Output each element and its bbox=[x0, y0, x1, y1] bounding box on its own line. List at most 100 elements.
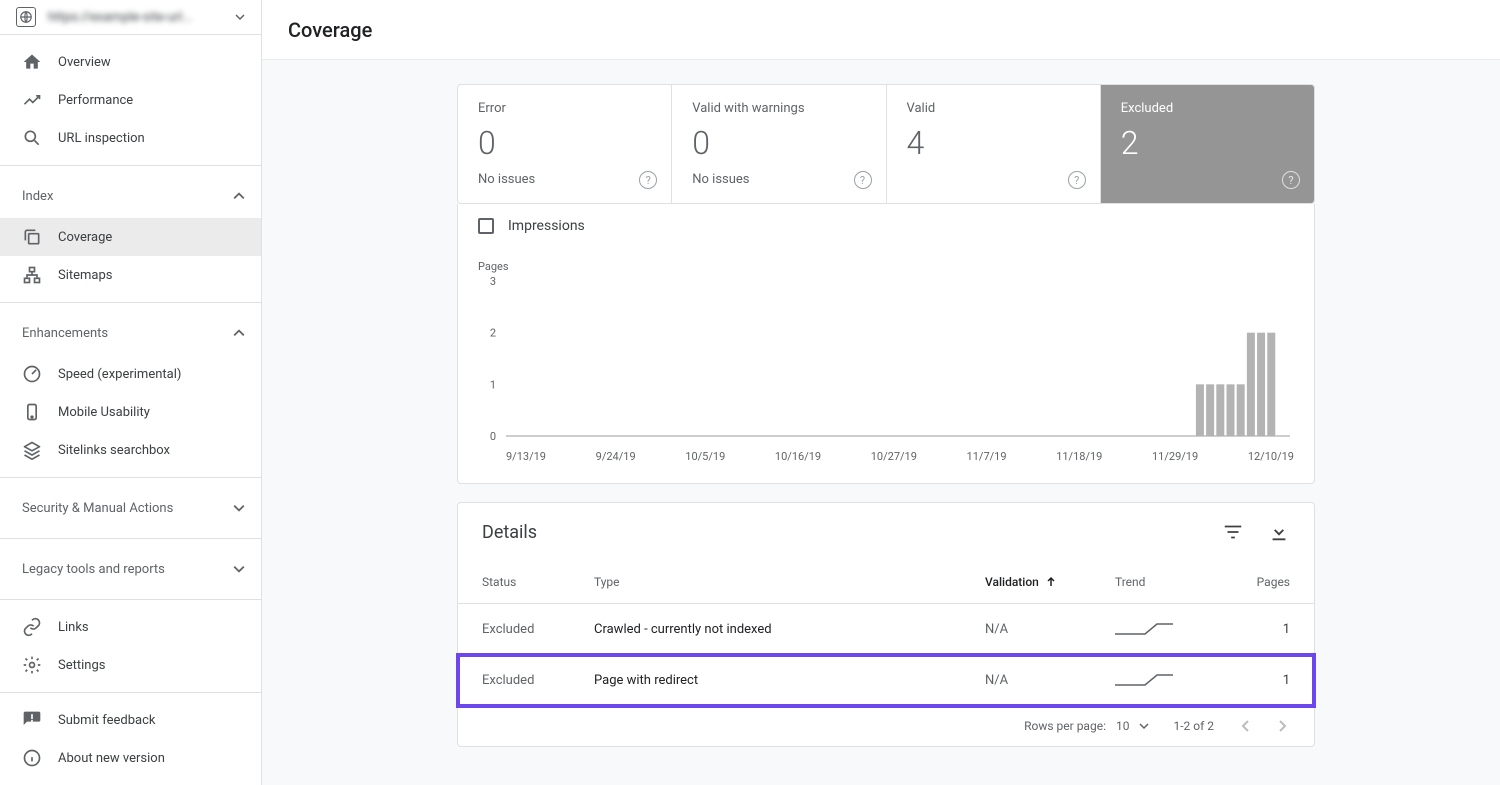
col-header-type[interactable]: Type bbox=[594, 575, 985, 589]
sidebar-item-settings[interactable]: Settings bbox=[0, 646, 261, 684]
svg-text:1: 1 bbox=[490, 378, 496, 391]
main-header: Coverage bbox=[262, 0, 1500, 60]
sidebar-item-performance[interactable]: Performance bbox=[0, 81, 261, 119]
sidebar-item-label: Settings bbox=[58, 658, 105, 673]
sidebar-item-about[interactable]: About new version bbox=[0, 739, 261, 777]
next-page-button[interactable] bbox=[1274, 718, 1290, 734]
chevron-down-icon bbox=[1139, 721, 1149, 731]
svg-text:2: 2 bbox=[490, 327, 496, 340]
nav-header-enhancements[interactable]: Enhancements bbox=[0, 311, 261, 355]
sidebar-item-coverage[interactable]: Coverage bbox=[0, 218, 261, 256]
layers-icon bbox=[22, 440, 42, 460]
sidebar-item-url-inspection[interactable]: URL inspection bbox=[0, 119, 261, 157]
cell-status: Excluded bbox=[482, 673, 594, 688]
sidebar-item-label: Overview bbox=[58, 55, 111, 70]
stat-card-error[interactable]: Error 0 No issues ? bbox=[458, 85, 672, 203]
nav-section-index: Index Coverage Sitemaps bbox=[0, 166, 261, 303]
sidebar-item-sitemaps[interactable]: Sitemaps bbox=[0, 256, 261, 294]
sort-up-icon bbox=[1045, 576, 1057, 588]
cell-validation: N/A bbox=[985, 622, 1115, 637]
nav-section-bottom: Links Settings bbox=[0, 600, 261, 693]
impressions-label: Impressions bbox=[508, 218, 585, 234]
col-header-validation[interactable]: Validation bbox=[985, 575, 1115, 589]
stat-card-valid[interactable]: Valid 4 ? bbox=[887, 85, 1101, 203]
content-scroll[interactable]: Error 0 No issues ? Valid with warnings … bbox=[262, 60, 1500, 785]
sidebar-item-label: Coverage bbox=[58, 230, 112, 245]
sidebar: https://example-site-url... Overview Per… bbox=[0, 0, 262, 785]
sidebar-item-feedback[interactable]: Submit feedback bbox=[0, 701, 261, 739]
nav-header-security[interactable]: Security & Manual Actions bbox=[0, 486, 261, 530]
chevron-down-icon bbox=[235, 12, 245, 22]
stat-value: 2 bbox=[1121, 124, 1294, 162]
sidebar-item-label: Links bbox=[58, 620, 89, 635]
nav-section-footer: Submit feedback About new version bbox=[0, 693, 261, 785]
col-header-status[interactable]: Status bbox=[482, 575, 594, 589]
stat-value: 0 bbox=[692, 124, 865, 162]
sidebar-item-label: Mobile Usability bbox=[58, 405, 150, 420]
help-icon[interactable]: ? bbox=[639, 171, 657, 189]
impressions-toggle-row: Impressions bbox=[457, 204, 1315, 248]
nav-header-index[interactable]: Index bbox=[0, 174, 261, 218]
help-icon[interactable]: ? bbox=[1282, 171, 1300, 189]
pagination: Rows per page: 10 1-2 of 2 bbox=[458, 706, 1314, 746]
details-header: Details bbox=[458, 503, 1314, 561]
nav-header-legacy[interactable]: Legacy tools and reports bbox=[0, 547, 261, 591]
table-row[interactable]: ExcludedPage with redirectN/A1 bbox=[458, 655, 1314, 706]
sidebar-item-label: URL inspection bbox=[58, 131, 145, 146]
stat-value: 4 bbox=[907, 124, 1080, 162]
chart-area: Pages 0123 9/13/199/24/1910/5/1910/16/19… bbox=[457, 248, 1315, 484]
table-header-row: Status Type Validation Trend Pages bbox=[458, 561, 1314, 604]
sidebar-item-mobile[interactable]: Mobile Usability bbox=[0, 393, 261, 431]
gear-icon bbox=[22, 655, 42, 675]
property-url: https://example-site-url... bbox=[48, 10, 223, 25]
table-row[interactable]: ExcludedCrawled - currently not indexedN… bbox=[458, 604, 1314, 655]
chevron-down-icon bbox=[233, 502, 245, 514]
cell-pages: 1 bbox=[1230, 673, 1290, 688]
download-icon[interactable] bbox=[1268, 521, 1290, 543]
stat-card-excluded[interactable]: Excluded 2 ? bbox=[1101, 85, 1314, 203]
sidebar-item-links[interactable]: Links bbox=[0, 608, 261, 646]
sidebar-item-speed[interactable]: Speed (experimental) bbox=[0, 355, 261, 393]
speed-icon bbox=[22, 364, 42, 384]
info-icon bbox=[22, 748, 42, 768]
help-icon[interactable]: ? bbox=[1068, 171, 1086, 189]
cell-type: Crawled - currently not indexed bbox=[594, 622, 985, 637]
main-area: Coverage Error 0 No issues ? Valid with … bbox=[262, 0, 1500, 785]
table-body: Excluded Crawled - currently not indexedN… bbox=[458, 604, 1314, 706]
nav-section-security: Security & Manual Actions bbox=[0, 478, 261, 539]
stat-card-warnings[interactable]: Valid with warnings 0 No issues ? bbox=[672, 85, 886, 203]
copy-icon bbox=[22, 227, 42, 247]
stat-label: Valid with warnings bbox=[692, 101, 865, 116]
sidebar-item-label: Sitemaps bbox=[58, 268, 113, 283]
trend-icon bbox=[22, 90, 42, 110]
chevron-up-icon bbox=[233, 327, 245, 339]
pagination-range: 1-2 of 2 bbox=[1173, 719, 1214, 733]
help-icon[interactable]: ? bbox=[854, 171, 872, 189]
svg-text:0: 0 bbox=[490, 430, 496, 442]
sidebar-item-overview[interactable]: Overview bbox=[0, 43, 261, 81]
impressions-checkbox[interactable] bbox=[478, 218, 494, 234]
filter-icon[interactable] bbox=[1222, 521, 1244, 543]
sidebar-item-label: Sitelinks searchbox bbox=[58, 443, 170, 458]
col-header-pages[interactable]: Pages bbox=[1230, 575, 1290, 589]
sidebar-item-label: About new version bbox=[58, 751, 165, 766]
details-card: Details Status Type Validation bbox=[457, 502, 1315, 747]
stat-label: Valid bbox=[907, 101, 1080, 116]
chart-ylabel: Pages bbox=[478, 260, 1294, 273]
sidebar-item-label: Submit feedback bbox=[58, 713, 155, 728]
sidebar-item-sitelinks[interactable]: Sitelinks searchbox bbox=[0, 431, 261, 469]
prev-page-button[interactable] bbox=[1238, 718, 1254, 734]
stats-cards: Error 0 No issues ? Valid with warnings … bbox=[457, 84, 1315, 204]
chart: 0123 bbox=[478, 277, 1296, 442]
mobile-icon bbox=[22, 402, 42, 422]
rows-per-page[interactable]: Rows per page: 10 bbox=[1024, 719, 1149, 733]
cell-trend bbox=[1115, 620, 1230, 638]
stat-value: 0 bbox=[478, 124, 651, 162]
property-selector[interactable]: https://example-site-url... bbox=[0, 0, 261, 35]
col-header-trend[interactable]: Trend bbox=[1115, 575, 1230, 589]
cell-trend bbox=[1115, 671, 1230, 689]
globe-icon bbox=[16, 7, 36, 27]
page-title: Coverage bbox=[288, 18, 372, 42]
chart-xlabels: 9/13/199/24/1910/5/1910/16/1910/27/1911/… bbox=[478, 450, 1294, 463]
stat-sub: No issues bbox=[692, 172, 865, 187]
